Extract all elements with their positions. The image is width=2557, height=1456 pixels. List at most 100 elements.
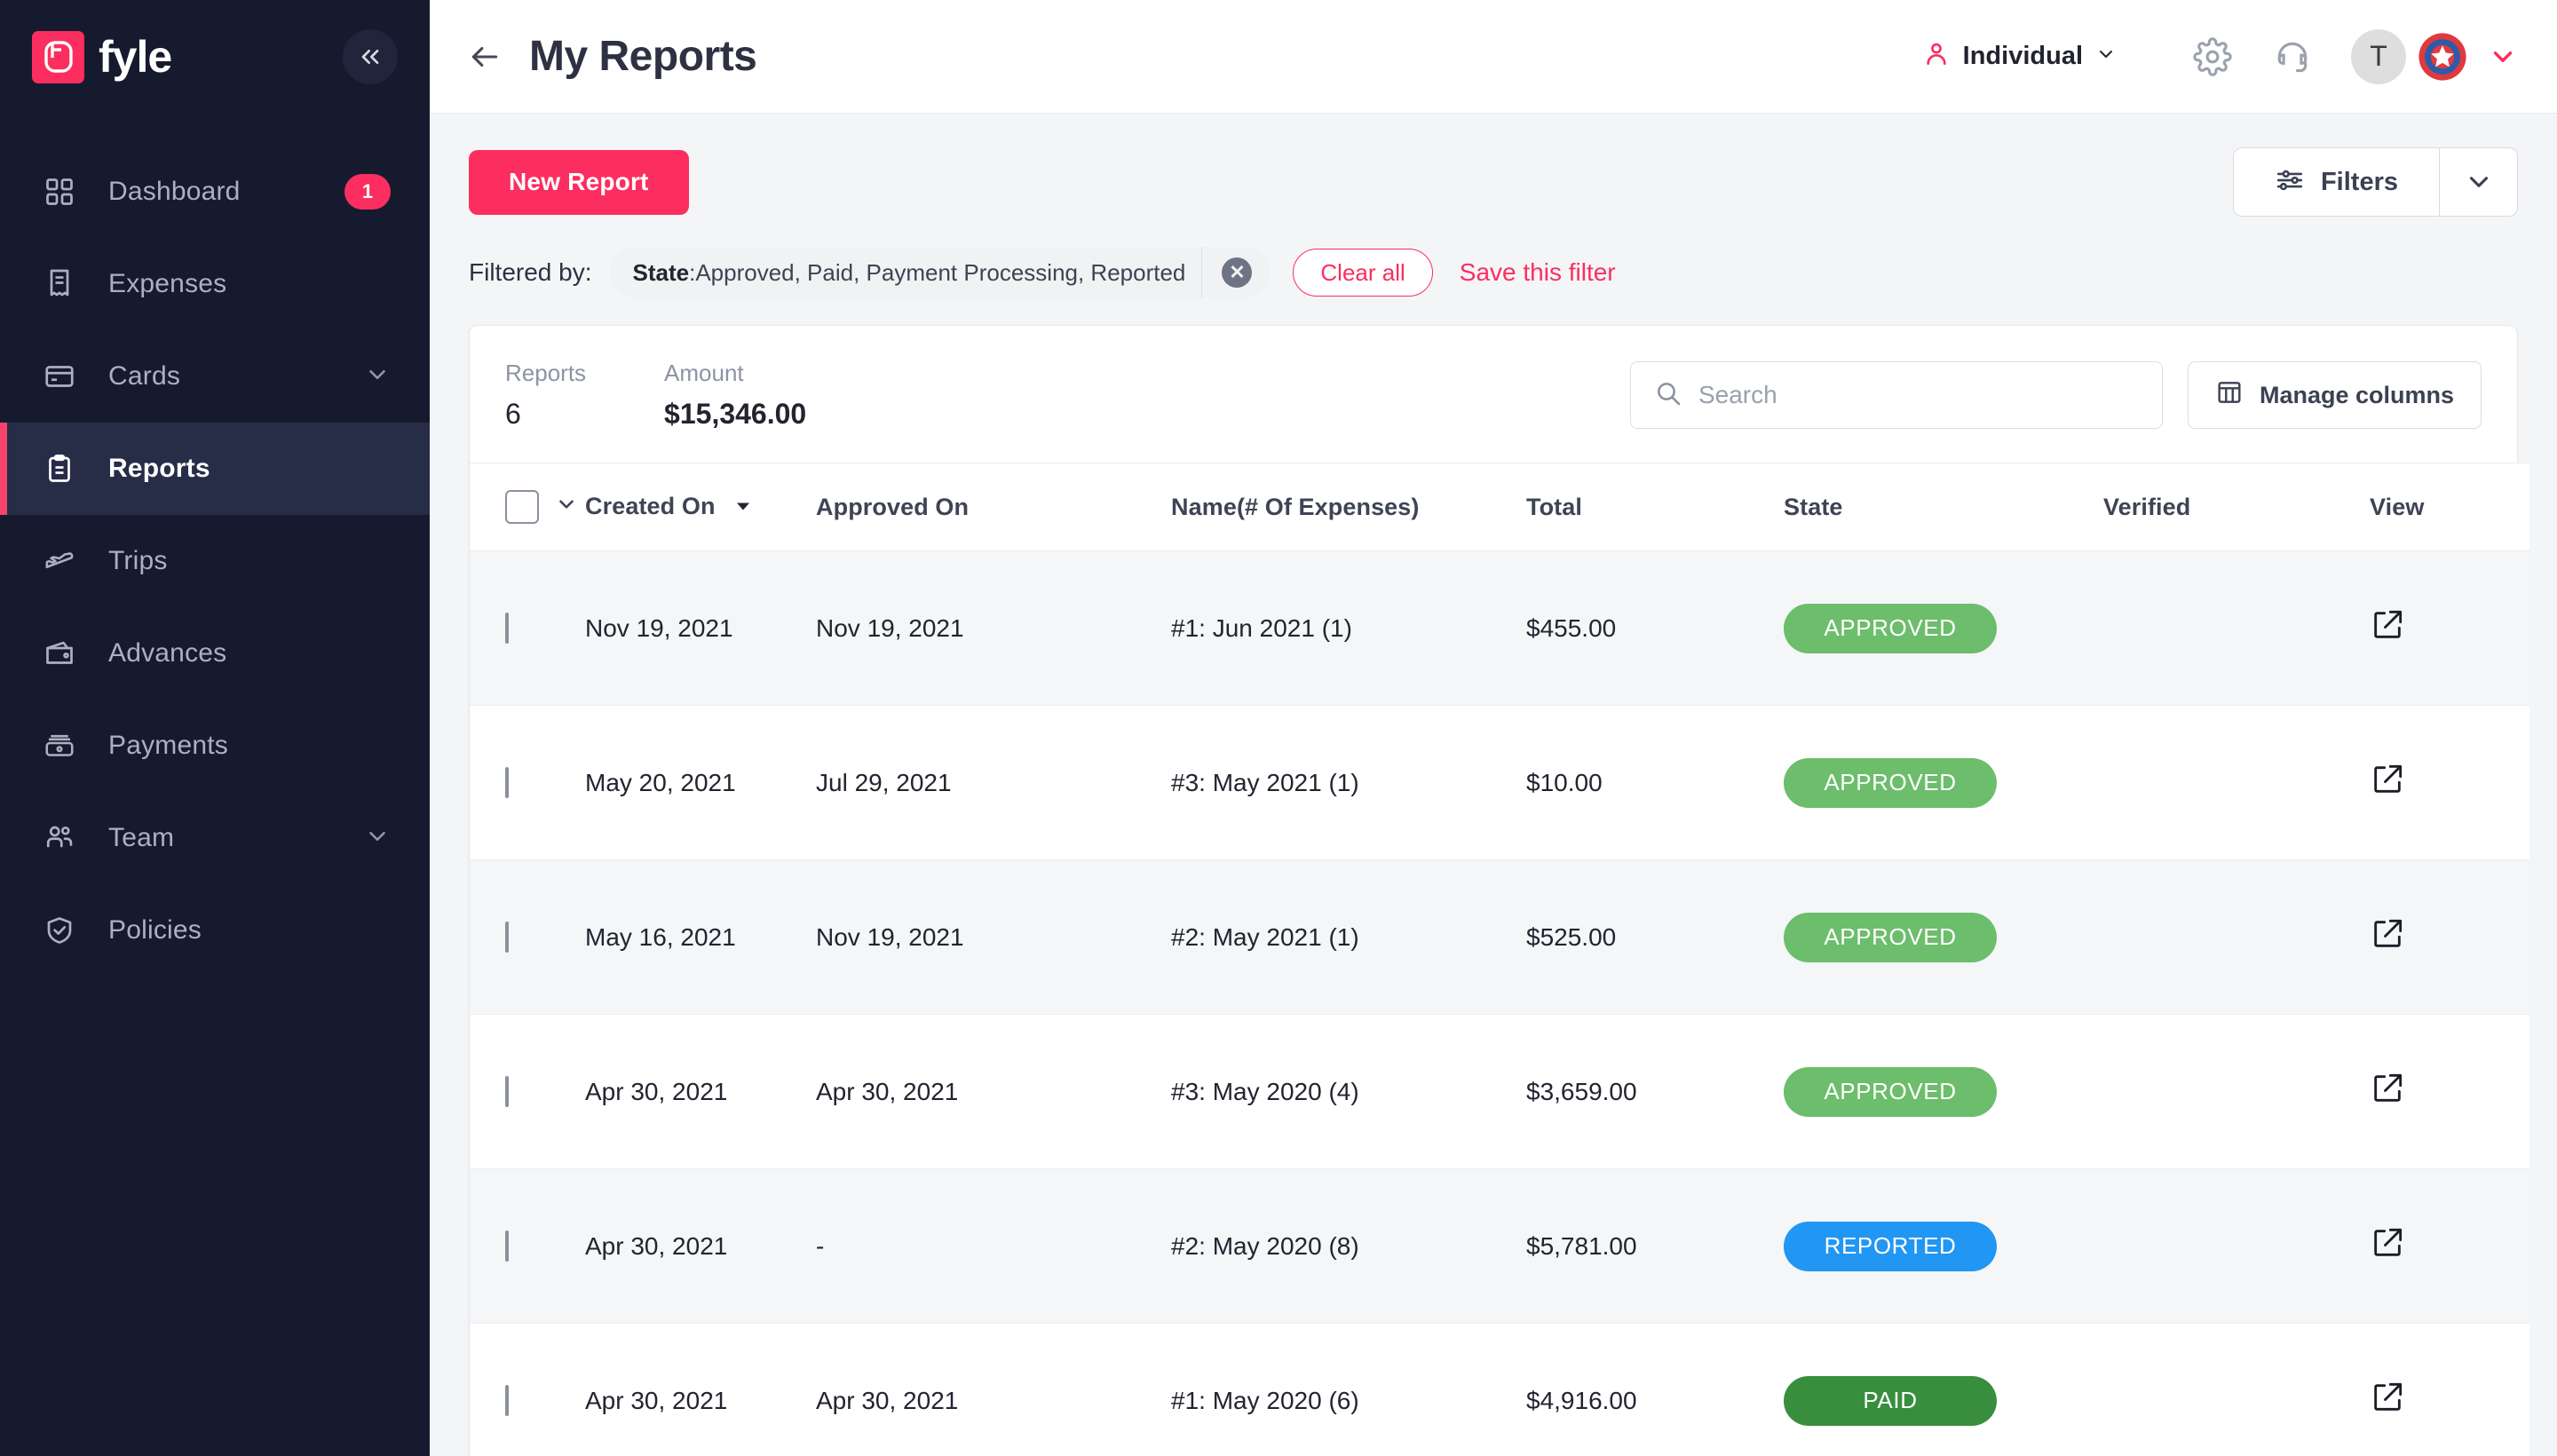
shield-star-icon[interactable] <box>2417 31 2468 83</box>
gear-icon <box>2193 37 2232 76</box>
select-all-checkbox[interactable] <box>505 490 539 524</box>
main-area: My Reports Individual <box>430 0 2557 1456</box>
settings-button[interactable] <box>2184 28 2241 85</box>
logo-text: fyle <box>99 35 171 79</box>
save-filter-link[interactable]: Save this filter <box>1460 258 1616 287</box>
filters-button[interactable]: Filters <box>2234 148 2439 216</box>
user-menu-chevron[interactable] <box>2488 42 2518 72</box>
table-row[interactable]: May 16, 2021 Nov 19, 2021 #2: May 2021 (… <box>470 860 2529 1015</box>
external-link-icon[interactable] <box>2370 1225 2405 1261</box>
external-link-icon[interactable] <box>2370 607 2405 643</box>
arrow-left-icon <box>468 40 502 74</box>
back-button[interactable] <box>458 30 511 83</box>
logo[interactable]: fyle <box>32 31 171 83</box>
sidebar-item-reports[interactable]: Reports <box>0 423 430 515</box>
chip-divider <box>1201 247 1202 298</box>
sidebar-item-dashboard[interactable]: Dashboard 1 <box>0 146 430 238</box>
row-checkbox[interactable] <box>505 1076 509 1107</box>
external-link-icon[interactable] <box>2370 1071 2405 1106</box>
row-checkbox-cell <box>470 551 585 706</box>
app-root: fyle Dashboard 1 Expen <box>0 0 2557 1456</box>
clipboard-icon <box>39 453 80 485</box>
cell-verified <box>2103 551 2370 706</box>
manage-columns-button[interactable]: Manage columns <box>2188 361 2482 429</box>
grid-icon <box>39 176 80 208</box>
stat-value: 6 <box>505 398 586 431</box>
table-row[interactable]: Nov 19, 2021 Nov 19, 2021 #1: Jun 2021 (… <box>470 551 2529 706</box>
cell-verified <box>2103 860 2370 1015</box>
search-input[interactable] <box>1698 381 2139 409</box>
sidebar-item-label: Cards <box>108 361 336 392</box>
row-checkbox-cell <box>470 860 585 1015</box>
sidebar-item-team[interactable]: Team <box>0 792 430 884</box>
sidebar-item-label: Reports <box>108 454 391 484</box>
support-button[interactable] <box>2264 28 2321 85</box>
shield-star-glyph <box>2417 31 2468 83</box>
sidebar-collapse-button[interactable] <box>343 29 398 84</box>
chevron-down-icon[interactable] <box>364 823 391 854</box>
external-link-icon[interactable] <box>2370 762 2405 797</box>
sidebar-header: fyle <box>0 0 430 114</box>
person-icon <box>1922 40 1951 73</box>
external-link-icon[interactable] <box>2370 1380 2405 1415</box>
sidebar-item-label: Dashboard <box>108 177 316 207</box>
cell-total: $525.00 <box>1526 860 1784 1015</box>
row-checkbox-cell <box>470 1015 585 1169</box>
sidebar-item-advances[interactable]: Advances <box>0 607 430 700</box>
individual-switcher[interactable]: Individual <box>1922 40 2117 73</box>
fyle-glyph-icon <box>44 40 74 74</box>
cell-name: #1: Jun 2021 (1) <box>1171 551 1526 706</box>
th-verified[interactable]: Verified <box>2103 463 2370 551</box>
row-checkbox-cell <box>470 1324 585 1456</box>
filter-chip-separator: : <box>689 259 695 287</box>
sidebar-item-cards[interactable]: Cards <box>0 330 430 423</box>
th-total[interactable]: Total <box>1526 463 1784 551</box>
clear-all-button[interactable]: Clear all <box>1293 249 1432 297</box>
chevron-down-icon[interactable] <box>364 361 391 392</box>
headset-icon <box>2273 37 2312 76</box>
th-select-all <box>470 463 585 551</box>
close-circle-icon[interactable]: ✕ <box>1222 257 1252 288</box>
search-box[interactable] <box>1630 361 2163 429</box>
table-row[interactable]: Apr 30, 2021 - #2: May 2020 (8) $5,781.0… <box>470 1169 2529 1324</box>
th-created-on[interactable]: Created On <box>585 463 816 551</box>
th-approved-on[interactable]: Approved On <box>816 463 1171 551</box>
people-icon <box>39 822 80 854</box>
sidebar-item-payments[interactable]: Payments <box>0 700 430 792</box>
filtered-by-label: Filtered by: <box>469 258 592 287</box>
sidebar-item-trips[interactable]: Trips <box>0 515 430 607</box>
stat-value: $15,346.00 <box>664 398 806 431</box>
sidebar-item-label: Team <box>108 823 336 853</box>
row-checkbox[interactable] <box>505 1230 509 1262</box>
filter-chip-state[interactable]: State : Approved, Paid, Payment Processi… <box>610 247 1271 298</box>
row-checkbox[interactable] <box>505 613 509 644</box>
th-state[interactable]: State <box>1784 463 2103 551</box>
cell-name: #2: May 2020 (8) <box>1171 1169 1526 1324</box>
stat-label: Amount <box>664 360 806 387</box>
th-view: View <box>2370 463 2529 551</box>
sidebar-item-policies[interactable]: Policies <box>0 884 430 977</box>
row-checkbox[interactable] <box>505 767 509 798</box>
row-checkbox-cell <box>470 1169 585 1324</box>
cell-view <box>2370 551 2529 706</box>
row-checkbox[interactable] <box>505 922 509 953</box>
avatar[interactable]: T <box>2351 29 2406 84</box>
cell-approved-on: Nov 19, 2021 <box>816 860 1171 1015</box>
cell-state: APPROVED <box>1784 860 2103 1015</box>
page-title: My Reports <box>529 32 756 81</box>
row-checkbox[interactable] <box>505 1385 509 1416</box>
columns-icon <box>2215 378 2244 413</box>
external-link-icon[interactable] <box>2370 916 2405 952</box>
new-report-button[interactable]: New Report <box>469 150 689 215</box>
th-name[interactable]: Name(# Of Expenses) <box>1171 463 1526 551</box>
reports-card: Reports 6 Amount $15,346.00 <box>469 325 2518 1456</box>
card-header: Reports 6 Amount $15,346.00 <box>470 326 2517 463</box>
filters-dropdown-button[interactable] <box>2439 148 2517 216</box>
table-row[interactable]: Apr 30, 2021 Apr 30, 2021 #3: May 2020 (… <box>470 1015 2529 1169</box>
cell-verified <box>2103 706 2370 860</box>
chevron-down-icon[interactable] <box>555 493 578 522</box>
table-row[interactable]: Apr 30, 2021 Apr 30, 2021 #1: May 2020 (… <box>470 1324 2529 1456</box>
table-row[interactable]: May 20, 2021 Jul 29, 2021 #3: May 2021 (… <box>470 706 2529 860</box>
cell-view <box>2370 1324 2529 1456</box>
sidebar-item-expenses[interactable]: Expenses <box>0 238 430 330</box>
